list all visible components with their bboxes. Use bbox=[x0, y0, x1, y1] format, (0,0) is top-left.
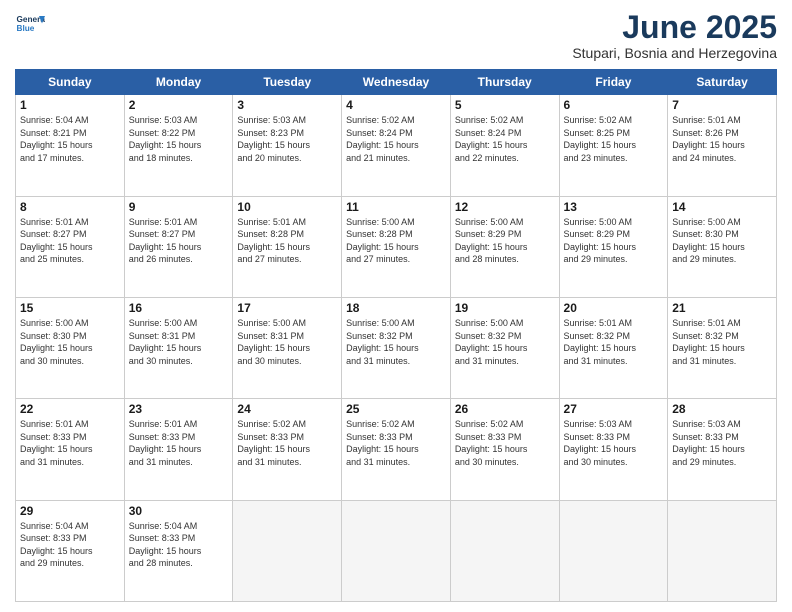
calendar-cell: 4Sunrise: 5:02 AMSunset: 8:24 PMDaylight… bbox=[342, 95, 451, 196]
day-header-sunday: Sunday bbox=[16, 70, 125, 95]
calendar-cell: 27Sunrise: 5:03 AMSunset: 8:33 PMDayligh… bbox=[559, 399, 668, 500]
calendar-cell: 20Sunrise: 5:01 AMSunset: 8:32 PMDayligh… bbox=[559, 297, 668, 398]
day-header-thursday: Thursday bbox=[450, 70, 559, 95]
day-header-saturday: Saturday bbox=[668, 70, 777, 95]
day-header-monday: Monday bbox=[124, 70, 233, 95]
calendar-cell: 28Sunrise: 5:03 AMSunset: 8:33 PMDayligh… bbox=[668, 399, 777, 500]
calendar-cell: 9Sunrise: 5:01 AMSunset: 8:27 PMDaylight… bbox=[124, 196, 233, 297]
calendar-week-4: 22Sunrise: 5:01 AMSunset: 8:33 PMDayligh… bbox=[16, 399, 777, 500]
calendar-cell bbox=[342, 500, 451, 601]
header: General Blue June 2025 Stupari, Bosnia a… bbox=[15, 10, 777, 61]
calendar-week-3: 15Sunrise: 5:00 AMSunset: 8:30 PMDayligh… bbox=[16, 297, 777, 398]
day-header-friday: Friday bbox=[559, 70, 668, 95]
calendar-cell: 12Sunrise: 5:00 AMSunset: 8:29 PMDayligh… bbox=[450, 196, 559, 297]
calendar-week-2: 8Sunrise: 5:01 AMSunset: 8:27 PMDaylight… bbox=[16, 196, 777, 297]
days-header-row: SundayMondayTuesdayWednesdayThursdayFrid… bbox=[16, 70, 777, 95]
calendar-cell: 26Sunrise: 5:02 AMSunset: 8:33 PMDayligh… bbox=[450, 399, 559, 500]
calendar-cell: 5Sunrise: 5:02 AMSunset: 8:24 PMDaylight… bbox=[450, 95, 559, 196]
day-header-tuesday: Tuesday bbox=[233, 70, 342, 95]
calendar-cell: 15Sunrise: 5:00 AMSunset: 8:30 PMDayligh… bbox=[16, 297, 125, 398]
calendar-cell: 8Sunrise: 5:01 AMSunset: 8:27 PMDaylight… bbox=[16, 196, 125, 297]
calendar-cell: 3Sunrise: 5:03 AMSunset: 8:23 PMDaylight… bbox=[233, 95, 342, 196]
calendar-cell: 16Sunrise: 5:00 AMSunset: 8:31 PMDayligh… bbox=[124, 297, 233, 398]
calendar-cell bbox=[559, 500, 668, 601]
subtitle: Stupari, Bosnia and Herzegovina bbox=[572, 45, 777, 61]
calendar-cell: 19Sunrise: 5:00 AMSunset: 8:32 PMDayligh… bbox=[450, 297, 559, 398]
calendar-cell: 10Sunrise: 5:01 AMSunset: 8:28 PMDayligh… bbox=[233, 196, 342, 297]
calendar-cell: 29Sunrise: 5:04 AMSunset: 8:33 PMDayligh… bbox=[16, 500, 125, 601]
calendar-cell: 1Sunrise: 5:04 AMSunset: 8:21 PMDaylight… bbox=[16, 95, 125, 196]
calendar-cell bbox=[668, 500, 777, 601]
title-block: June 2025 Stupari, Bosnia and Herzegovin… bbox=[572, 10, 777, 61]
calendar-page: General Blue June 2025 Stupari, Bosnia a… bbox=[0, 0, 792, 612]
calendar-cell: 13Sunrise: 5:00 AMSunset: 8:29 PMDayligh… bbox=[559, 196, 668, 297]
calendar-cell bbox=[450, 500, 559, 601]
svg-text:Blue: Blue bbox=[17, 24, 35, 33]
logo: General Blue bbox=[15, 10, 45, 40]
calendar-cell bbox=[233, 500, 342, 601]
calendar-cell: 17Sunrise: 5:00 AMSunset: 8:31 PMDayligh… bbox=[233, 297, 342, 398]
calendar-cell: 22Sunrise: 5:01 AMSunset: 8:33 PMDayligh… bbox=[16, 399, 125, 500]
calendar-cell: 25Sunrise: 5:02 AMSunset: 8:33 PMDayligh… bbox=[342, 399, 451, 500]
calendar-week-1: 1Sunrise: 5:04 AMSunset: 8:21 PMDaylight… bbox=[16, 95, 777, 196]
calendar-week-5: 29Sunrise: 5:04 AMSunset: 8:33 PMDayligh… bbox=[16, 500, 777, 601]
calendar-cell: 21Sunrise: 5:01 AMSunset: 8:32 PMDayligh… bbox=[668, 297, 777, 398]
logo-icon: General Blue bbox=[15, 10, 45, 40]
calendar-cell: 7Sunrise: 5:01 AMSunset: 8:26 PMDaylight… bbox=[668, 95, 777, 196]
calendar-cell: 30Sunrise: 5:04 AMSunset: 8:33 PMDayligh… bbox=[124, 500, 233, 601]
calendar-cell: 18Sunrise: 5:00 AMSunset: 8:32 PMDayligh… bbox=[342, 297, 451, 398]
calendar-cell: 23Sunrise: 5:01 AMSunset: 8:33 PMDayligh… bbox=[124, 399, 233, 500]
calendar-cell: 11Sunrise: 5:00 AMSunset: 8:28 PMDayligh… bbox=[342, 196, 451, 297]
calendar-table: SundayMondayTuesdayWednesdayThursdayFrid… bbox=[15, 69, 777, 602]
month-title: June 2025 bbox=[572, 10, 777, 45]
calendar-cell: 14Sunrise: 5:00 AMSunset: 8:30 PMDayligh… bbox=[668, 196, 777, 297]
day-header-wednesday: Wednesday bbox=[342, 70, 451, 95]
calendar-cell: 2Sunrise: 5:03 AMSunset: 8:22 PMDaylight… bbox=[124, 95, 233, 196]
calendar-cell: 24Sunrise: 5:02 AMSunset: 8:33 PMDayligh… bbox=[233, 399, 342, 500]
calendar-cell: 6Sunrise: 5:02 AMSunset: 8:25 PMDaylight… bbox=[559, 95, 668, 196]
